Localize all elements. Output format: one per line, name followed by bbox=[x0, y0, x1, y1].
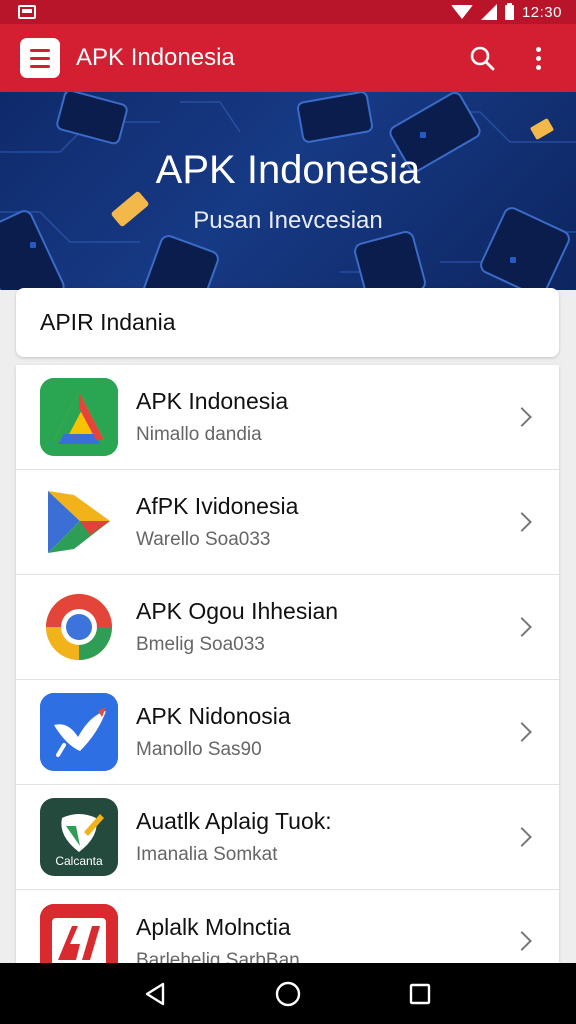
home-button[interactable] bbox=[263, 969, 313, 1019]
list-item[interactable]: AfPK Ividonesia Warello Soa033 bbox=[16, 470, 559, 575]
app-icon-label: Calcanta bbox=[55, 854, 103, 868]
app-name: APK Nidonosia bbox=[136, 703, 291, 729]
app-list: APK Indonesia Nimallo dandia AfPK Ividon… bbox=[16, 365, 559, 966]
app-name: AfPK Ividonesia bbox=[136, 493, 299, 519]
search-bar[interactable]: APIR Indania bbox=[16, 288, 559, 357]
battery-icon bbox=[504, 2, 514, 20]
chevron-right-icon bbox=[512, 617, 532, 637]
calculator-logo-icon: Calcanta bbox=[40, 798, 118, 876]
chevron-right-icon bbox=[512, 407, 532, 427]
banner-title: APK Indonesia bbox=[155, 148, 421, 192]
red-logo-icon bbox=[40, 904, 118, 966]
signal-icon bbox=[480, 4, 497, 20]
app-bar: APK Indonesia bbox=[0, 24, 576, 92]
triangle-logo-icon bbox=[40, 378, 118, 456]
more-options-button[interactable] bbox=[518, 38, 558, 78]
list-item[interactable]: Aplalk Molnctia Barleheliq SarbBan bbox=[16, 890, 559, 966]
chevron-right-icon bbox=[512, 512, 532, 532]
app-name: APK Ogou Ihhesian bbox=[136, 598, 339, 624]
home-icon bbox=[275, 981, 301, 1006]
system-nav-bar bbox=[0, 963, 576, 1024]
status-bar: 12:30 bbox=[0, 0, 576, 24]
app-name: Aplalk Molnctia bbox=[136, 914, 291, 940]
notification-icon bbox=[18, 5, 36, 19]
search-icon bbox=[470, 46, 495, 71]
bird-logo-icon bbox=[40, 693, 118, 771]
list-item[interactable]: Calcanta Auatlk Aplaig Tuok: Imanalia So… bbox=[16, 785, 559, 890]
search-button[interactable] bbox=[462, 38, 502, 78]
app-subtitle: Warello Soa033 bbox=[136, 529, 271, 550]
list-item[interactable]: APK Indonesia Nimallo dandia bbox=[16, 365, 559, 470]
app-subtitle: Bmelig Soa033 bbox=[136, 634, 265, 655]
wifi-icon bbox=[450, 5, 473, 19]
menu-button[interactable] bbox=[20, 38, 60, 78]
back-icon bbox=[145, 982, 165, 1005]
app-name: Auatlk Aplaig Tuok: bbox=[136, 808, 332, 834]
list-item[interactable]: APK Nidonosia Manollo Sas90 bbox=[16, 680, 559, 785]
app-subtitle: Manollo Sas90 bbox=[136, 739, 262, 760]
play-logo-icon bbox=[40, 483, 118, 561]
search-text: APIR Indania bbox=[40, 309, 176, 335]
back-button[interactable] bbox=[131, 969, 181, 1019]
recents-button[interactable] bbox=[395, 969, 445, 1019]
chevron-right-icon bbox=[512, 931, 532, 951]
chevron-right-icon bbox=[512, 722, 532, 742]
chevron-right-icon bbox=[512, 827, 532, 847]
banner-subtitle: Pusan Inevcesian bbox=[193, 207, 383, 234]
circle-logo-icon bbox=[40, 588, 118, 666]
recents-icon bbox=[409, 983, 431, 1004]
list-item[interactable]: APK Ogou Ihhesian Bmelig Soa033 bbox=[16, 575, 559, 680]
status-time: 12:30 bbox=[521, 3, 562, 21]
more-vert-icon bbox=[535, 46, 541, 70]
app-title: APK Indonesia bbox=[76, 44, 235, 71]
app-name: APK Indonesia bbox=[136, 388, 289, 414]
app-subtitle: Nimallo dandia bbox=[136, 424, 262, 445]
app-subtitle: Imanalia Somkat bbox=[136, 844, 278, 865]
